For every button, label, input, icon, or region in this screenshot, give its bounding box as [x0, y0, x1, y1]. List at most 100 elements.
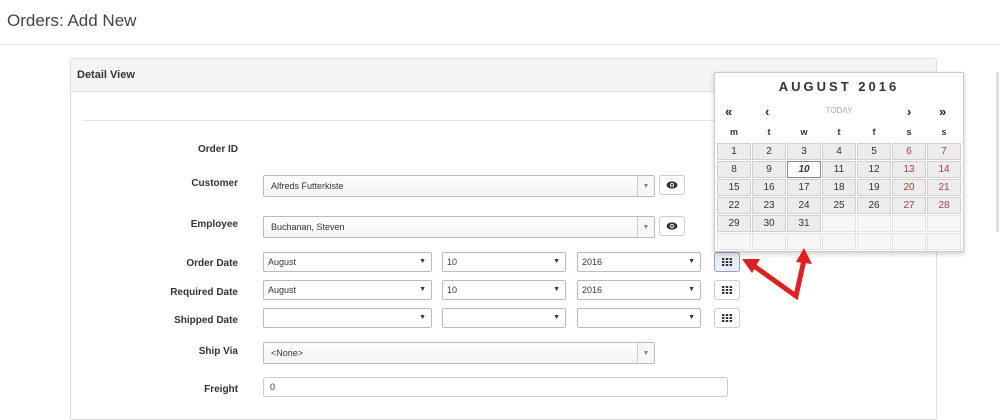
calendar-empty-cell: [857, 233, 891, 250]
shipped-date-day-select[interactable]: ▼: [442, 308, 566, 328]
ship-via-label: Ship Via: [198, 346, 238, 357]
customer-combobox[interactable]: Alfreds Futterkiste ▼: [263, 175, 655, 197]
ship-via-combobox[interactable]: <None> ▼: [263, 342, 655, 364]
calendar-day[interactable]: 17: [787, 179, 821, 196]
scrollbar[interactable]: [996, 72, 999, 232]
calendar-day[interactable]: 21: [927, 179, 961, 196]
employee-combobox[interactable]: Buchanan, Steven ▼: [263, 216, 655, 238]
calendar-day[interactable]: 7: [927, 143, 961, 160]
calendar-grid-icon: [722, 314, 732, 322]
weekday-label: s: [941, 127, 947, 137]
shipped-date-label: Shipped Date: [174, 315, 238, 326]
today-button[interactable]: TODAY: [819, 106, 859, 115]
calendar-day[interactable]: 26: [857, 197, 891, 214]
calendar-day[interactable]: 20: [892, 179, 926, 196]
weekday-label: s: [906, 127, 912, 137]
order-date-year-value: 2016: [582, 257, 603, 267]
eye-icon: [666, 181, 678, 189]
calendar-day[interactable]: 29: [717, 215, 751, 232]
employee-label: Employee: [190, 219, 238, 230]
calendar-day[interactable]: 22: [717, 197, 751, 214]
calendar-empty-cell: [822, 233, 856, 250]
calendar-empty-cell: [927, 215, 961, 232]
calendar-day[interactable]: 25: [822, 197, 856, 214]
chevron-down-icon[interactable]: ▼: [637, 176, 654, 196]
freight-input[interactable]: 0: [263, 377, 728, 397]
calendar-day[interactable]: 6: [892, 143, 926, 160]
shipped-date-year-select[interactable]: ▼: [577, 308, 701, 328]
calendar-grid-icon: [722, 258, 732, 266]
calendar-day[interactable]: 10: [787, 161, 821, 178]
order-date-calendar-button[interactable]: [714, 252, 740, 272]
required-date-month-select[interactable]: August ▼: [263, 280, 432, 300]
customer-value: Alfreds Futterkiste: [271, 181, 344, 191]
calendar-day[interactable]: 30: [752, 215, 786, 232]
calendar-day[interactable]: 8: [717, 161, 751, 178]
previous-month-button[interactable]: ‹: [765, 104, 769, 119]
calendar-day[interactable]: 27: [892, 197, 926, 214]
previous-year-button[interactable]: «: [725, 104, 732, 119]
page-title: Orders: Add New: [7, 11, 137, 30]
calendar-day[interactable]: 2: [752, 143, 786, 160]
required-date-day-select[interactable]: 10 ▼: [442, 280, 566, 300]
calendar-day[interactable]: 18: [822, 179, 856, 196]
calendar-day[interactable]: 3: [787, 143, 821, 160]
calendar-grid-icon: [722, 286, 732, 294]
shipped-date-calendar-button[interactable]: [714, 308, 740, 328]
weekday-label: w: [800, 127, 808, 137]
calendar-day[interactable]: 11: [822, 161, 856, 178]
eye-icon: [666, 222, 678, 230]
calendar-day[interactable]: 5: [857, 143, 891, 160]
required-date-year-value: 2016: [582, 285, 603, 295]
required-date-calendar-button[interactable]: [714, 280, 740, 300]
next-year-button[interactable]: »: [939, 104, 946, 119]
chevron-down-icon: ▼: [419, 286, 426, 293]
order-date-year-select[interactable]: 2016 ▼: [577, 252, 701, 272]
annotation-arrow: [742, 248, 812, 301]
calendar-day[interactable]: 24: [787, 197, 821, 214]
order-date-day-value: 10: [447, 257, 458, 267]
calendar-day[interactable]: 28: [927, 197, 961, 214]
view-employee-button[interactable]: [659, 216, 685, 236]
order-date-month-value: August: [268, 257, 297, 267]
next-month-button[interactable]: ›: [907, 104, 911, 119]
panel-divider: [83, 120, 783, 121]
chevron-down-icon[interactable]: ▼: [637, 217, 654, 237]
chevron-down-icon: ▼: [419, 314, 426, 321]
chevron-down-icon: ▼: [553, 286, 560, 293]
calendar-day[interactable]: 31: [787, 215, 821, 232]
calendar-day[interactable]: 9: [752, 161, 786, 178]
calendar-day[interactable]: 19: [857, 179, 891, 196]
order-date-day-select[interactable]: 10 ▼: [442, 252, 566, 272]
required-date-year-select[interactable]: 2016 ▼: [577, 280, 701, 300]
chevron-down-icon[interactable]: ▼: [637, 343, 654, 363]
required-date-day-value: 10: [447, 285, 458, 295]
weekday-header-row: m t w t f s s: [717, 125, 962, 143]
chevron-down-icon: ▼: [688, 258, 695, 265]
view-customer-button[interactable]: [659, 175, 685, 195]
calendar-day[interactable]: 13: [892, 161, 926, 178]
calendar-day[interactable]: 23: [752, 197, 786, 214]
order-date-month-select[interactable]: August ▼: [263, 252, 432, 272]
calendar-month-title: AUGUST 2016: [778, 79, 900, 94]
calendar-empty-cell: [892, 215, 926, 232]
weekday-label: m: [729, 127, 738, 137]
date-picker-popup: AUGUST 2016 « ‹ TODAY › » m t w t f s s …: [714, 72, 964, 252]
freight-label: Freight: [204, 384, 238, 395]
calendar-day[interactable]: 12: [857, 161, 891, 178]
calendar-grid: m t w t f s s 1 2 3 4 5 6 7 8 9 10 11 12 13 14 15 16 17 1…: [717, 125, 962, 251]
calendar-day[interactable]: 1: [717, 143, 751, 160]
calendar-day[interactable]: 4: [822, 143, 856, 160]
required-date-month-value: August: [268, 285, 297, 295]
calendar-week-row: 29 30 31: [717, 215, 962, 233]
calendar-day[interactable]: 16: [752, 179, 786, 196]
calendar-empty-cell: [927, 233, 961, 250]
chevron-down-icon: ▼: [688, 314, 695, 321]
chevron-down-icon: ▼: [553, 314, 560, 321]
calendar-empty-cell: [822, 215, 856, 232]
calendar-day[interactable]: 15: [717, 179, 751, 196]
shipped-date-month-select[interactable]: ▼: [263, 308, 432, 328]
calendar-day[interactable]: 14: [927, 161, 961, 178]
weekday-label: f: [872, 127, 876, 137]
weekday-label: t: [837, 127, 841, 137]
